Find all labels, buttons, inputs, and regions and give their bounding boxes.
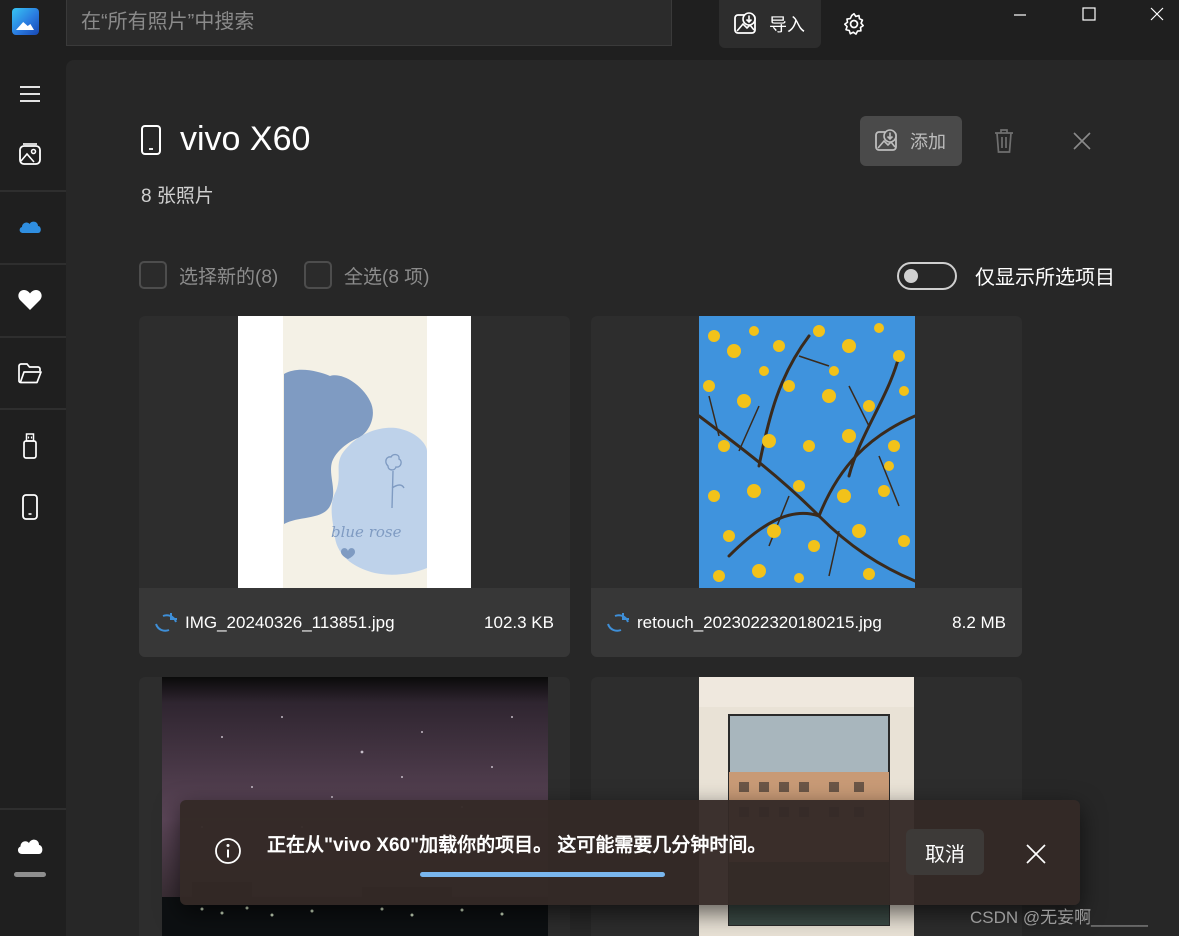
photo-caption-text: blue rose	[331, 523, 402, 541]
menu-icon	[20, 86, 40, 102]
watermark: CSDN @无妄啊______	[970, 908, 1148, 927]
search-input[interactable]	[67, 0, 671, 45]
photo-card[interactable]: blue rose IMG_20240326_113851.jpg 102.3 …	[139, 316, 570, 657]
gear-icon	[843, 12, 865, 35]
trash-icon	[995, 129, 1013, 153]
favorites-icon	[18, 290, 42, 310]
sidebar	[0, 60, 66, 936]
photo-info-bar: IMG_20240326_113851.jpg 102.3 KB	[139, 588, 570, 657]
phone-icon	[141, 124, 161, 155]
photo-card[interactable]: retouch_2023022320180215.jpg 8.2 MB	[591, 316, 1022, 657]
photo-thumbnail-area	[591, 316, 1022, 588]
loading-message: 正在从"vivo X60"加载你的项目。 这可能需要几分钟时间。	[267, 835, 767, 856]
import-icon	[734, 12, 756, 34]
maximize-icon	[1082, 7, 1096, 21]
select-new-label: 选择新的(8)	[179, 266, 279, 288]
show-selected-toggle[interactable]	[897, 261, 957, 290]
info-icon	[215, 838, 241, 864]
sidebar-item-folders[interactable]	[0, 349, 60, 397]
device-name: vivo X60	[180, 120, 311, 158]
photo-count: 8 张照片	[141, 186, 214, 207]
photo-filename: IMG_20240326_113851.jpg	[185, 612, 395, 632]
delete-button[interactable]	[988, 124, 1020, 158]
minimize-icon	[1014, 14, 1026, 16]
checkbox-box[interactable]	[139, 261, 167, 289]
photo-thumbnail	[699, 316, 915, 588]
phone-icon	[22, 494, 38, 520]
settings-button[interactable]	[838, 8, 870, 40]
sidebar-item-phone[interactable]	[0, 483, 60, 531]
photo-filesize: 8.2 MB	[952, 612, 1006, 632]
photo-thumbnail: blue rose	[238, 316, 471, 588]
window-close-button[interactable]	[1134, 0, 1179, 28]
checkbox-box[interactable]	[304, 261, 332, 289]
sidebar-item-usb-drive[interactable]	[0, 422, 60, 470]
sidebar-item-gallery[interactable]	[0, 130, 60, 178]
loading-progress-bar	[420, 872, 665, 877]
select-all-checkbox[interactable]: 全选(8 项)	[304, 261, 430, 289]
search-box[interactable]	[66, 0, 672, 46]
show-selected-label: 仅显示所选项目	[975, 267, 1115, 289]
minimize-button[interactable]	[997, 0, 1043, 28]
photo-filesize: 102.3 KB	[484, 612, 554, 632]
show-selected-toggle-row: 仅显示所选项目	[897, 261, 1115, 290]
maximize-button[interactable]	[1066, 0, 1112, 28]
select-all-label: 全选(8 项)	[344, 266, 430, 288]
onedrive-icon	[19, 221, 41, 233]
icloud-icon	[17, 839, 43, 854]
device-header: vivo X60	[140, 120, 310, 159]
import-label: 导入	[769, 15, 805, 35]
sidebar-item-favorites[interactable]	[0, 276, 60, 324]
import-icon	[875, 129, 897, 151]
sidebar-item-onedrive[interactable]	[0, 203, 60, 251]
select-new-checkbox[interactable]: 选择新的(8)	[139, 261, 278, 289]
sidebar-item-icloud[interactable]	[0, 822, 60, 870]
close-icon	[1150, 7, 1164, 21]
gallery-icon	[19, 143, 41, 165]
sync-icon	[155, 612, 177, 632]
photo-info-bar: retouch_2023022320180215.jpg 8.2 MB	[591, 588, 1022, 657]
add-button[interactable]: 添加	[860, 116, 962, 166]
folder-icon	[18, 363, 42, 384]
close-icon	[1026, 844, 1046, 864]
photo-filename: retouch_2023022320180215.jpg	[637, 612, 882, 632]
cancel-button[interactable]: 取消	[906, 829, 984, 875]
photos-app-logo	[12, 8, 39, 35]
add-label: 添加	[910, 132, 946, 152]
import-button[interactable]: 导入	[719, 0, 821, 48]
sidebar-menu-button[interactable]	[0, 70, 60, 118]
sidebar-indicator	[14, 872, 46, 877]
close-icon	[1073, 132, 1091, 150]
loading-notification: 正在从"vivo X60"加载你的项目。 这可能需要几分钟时间。 取消	[180, 800, 1080, 905]
usb-drive-icon	[23, 433, 37, 459]
notification-close-button[interactable]	[1020, 838, 1052, 870]
photo-thumbnail-area: blue rose	[139, 316, 570, 588]
sync-icon	[607, 612, 629, 632]
panel-close-button[interactable]	[1066, 124, 1098, 158]
